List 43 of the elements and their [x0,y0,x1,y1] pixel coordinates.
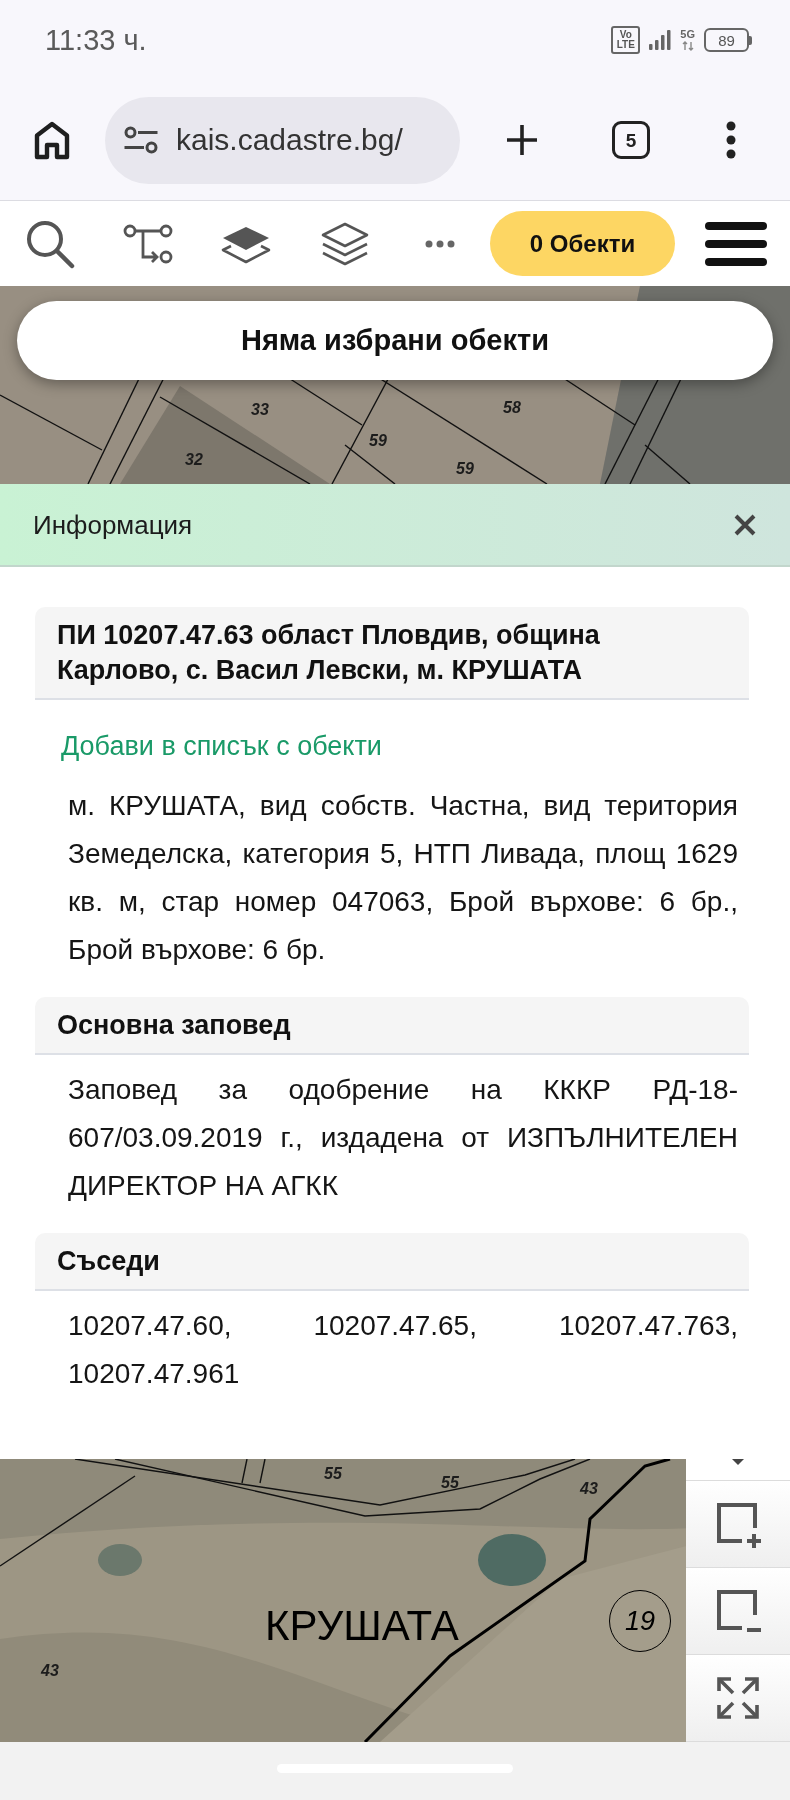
parcel-number: 59 [369,432,387,450]
plus-icon[interactable] [504,122,540,158]
address-bar[interactable]: kais.cadastre.bg/ [105,96,460,184]
section-header: Основна заповед [35,997,749,1055]
node-route-icon[interactable] [123,222,173,265]
parcel-number: 55 [441,1474,459,1492]
network-type-label: 5G [680,29,695,40]
status-time: 11:33 ч. [45,25,147,55]
parcel-number: 43 [580,1480,598,1498]
panel-title: Информация [33,511,193,538]
square-plus-icon [714,1500,762,1548]
map-tool-button[interactable] [686,1655,790,1742]
volte-badge: Vo LTE [611,26,641,54]
url-text: kais.cadastre.bg/ [176,125,403,155]
parcel-number: 55 [324,1465,342,1483]
section-text: Заповед за одобрение на КККР РД-18-607/03.09.2019 г., издадена от ИЗПЪЛНИТЕЛЕН ДИРЕКТОР НА АГКК [67,1073,739,1203]
vertical-dots-icon[interactable] [726,121,736,159]
outline-layers-icon[interactable] [320,220,370,267]
parcel-number: 32 [185,451,203,469]
parcel-number: 43 [41,1662,59,1680]
no-selection-banner: Няма избрани обекти [17,301,773,380]
map-tool-button[interactable] [686,1481,790,1568]
parcel-number: 59 [456,460,474,478]
data-arrows-icon [681,41,694,51]
search-icon[interactable] [25,218,75,269]
battery-indicator: 89 [704,28,752,52]
add-to-list-link[interactable]: Добави в списък с обекти [61,731,382,761]
section-text: м. КРУШАТА, вид собств. Частна, вид територия Земеделска, категория 5, НТП Ливада, площ 1629 кв. м, стар номер 047063, Брой върхове: 6 бр., Брой върхове: 6 бр. [67,789,739,967]
section-header: ПИ 10207.47.63 област Пловдив, община Карлово, с. Васил Левски, м. КРУШАТА [35,607,749,700]
signal-icon [649,30,672,50]
parcel-number: 58 [503,399,521,417]
site-settings-icon[interactable] [123,125,159,155]
parcel-number: 33 [251,401,269,419]
horizontal-dots-icon[interactable] [425,239,455,248]
close-icon[interactable] [734,513,756,536]
section-text: 10207.47.60, 10207.47.65, 10207.47.763, 10207.47.961 [67,1309,739,1391]
objects-button[interactable]: 0 Обекти [490,211,675,276]
section-header: Съседи [35,1233,749,1291]
expand-arrows-icon [714,1674,762,1722]
tab-count-button[interactable]: 5 [612,121,650,159]
area-name-label: КРУШАТА [265,1602,459,1650]
map-tool-button[interactable] [686,1568,790,1655]
square-minus-icon [714,1587,762,1635]
